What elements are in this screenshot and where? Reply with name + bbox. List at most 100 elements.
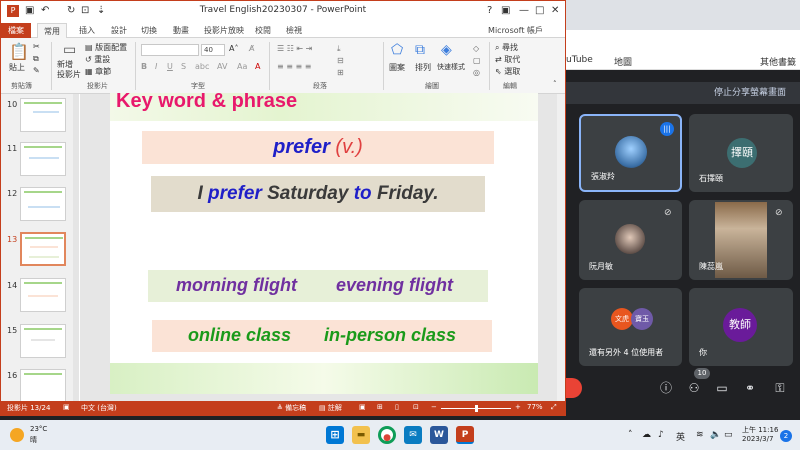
text-direction-icon[interactable]: ⤓ xyxy=(337,44,341,54)
tab-animations[interactable]: 動畫 xyxy=(173,25,189,36)
collapse-ribbon-icon[interactable]: ˄ xyxy=(553,80,557,88)
shape-outline-icon[interactable]: ▢ xyxy=(473,56,481,65)
chrome-icon[interactable]: ● xyxy=(378,426,396,444)
thumbnail-scrollbar[interactable] xyxy=(73,94,79,401)
cut-icon[interactable]: ✂ xyxy=(33,42,40,51)
maximize-icon[interactable]: □ xyxy=(535,5,544,16)
arrange-button[interactable]: 排列 xyxy=(415,62,431,73)
clock-date[interactable]: 2023/3/7 xyxy=(742,435,773,443)
paste-button[interactable]: 貼上 xyxy=(9,62,25,73)
chat-icon[interactable]: ▭ xyxy=(714,380,730,396)
shapes-button[interactable]: 圖案 xyxy=(389,62,405,73)
thumbnail[interactable] xyxy=(20,278,66,312)
grow-font-icon[interactable]: A˄ xyxy=(229,44,238,53)
mic-icon[interactable]: ♪ xyxy=(658,430,664,440)
people-icon[interactable]: ⚇ xyxy=(686,380,702,396)
minimize-icon[interactable]: — xyxy=(519,5,529,16)
weather-condition[interactable]: 晴 xyxy=(30,435,37,445)
powerpoint-icon[interactable]: P xyxy=(456,426,474,444)
info-icon[interactable]: ⓘ xyxy=(658,380,674,396)
change-case-icon[interactable]: Aa xyxy=(237,62,247,71)
shape-effects-icon[interactable]: ◎ xyxy=(473,68,480,77)
battery-icon[interactable]: ▭ xyxy=(724,430,733,440)
zoom-out-icon[interactable]: − xyxy=(431,403,437,411)
align-text-icon[interactable]: ⊟ xyxy=(337,56,344,65)
tab-design[interactable]: 設計 xyxy=(111,25,127,36)
activities-icon[interactable]: ⚭ xyxy=(742,380,758,396)
tray-expand-icon[interactable]: ˄ xyxy=(628,430,633,440)
start-icon[interactable]: ⊞ xyxy=(326,426,344,444)
participant-tile[interactable]: 文虎 寶玉 還有另外 4 位使用者 xyxy=(579,288,682,366)
thumbnail[interactable] xyxy=(20,324,66,358)
tab-insert[interactable]: 插入 xyxy=(79,25,95,36)
ribbon-options-icon[interactable]: ▣ xyxy=(501,5,510,16)
help-icon[interactable]: ? xyxy=(487,5,492,16)
tab-transitions[interactable]: 切換 xyxy=(141,25,157,36)
comments-button[interactable]: ▤ 註解 xyxy=(319,403,342,413)
tab-review[interactable]: 校閱 xyxy=(255,25,271,36)
font-color-icon[interactable]: A xyxy=(255,62,260,71)
shapes-icon[interactable]: ⬠ xyxy=(391,42,403,58)
arrange-icon[interactable]: ⧉ xyxy=(415,42,425,58)
spelling-icon[interactable]: ▣ xyxy=(63,403,70,411)
stop-sharing-button[interactable]: 停止分享螢幕畫面 xyxy=(566,82,800,104)
weather-temperature[interactable]: 23°C xyxy=(30,425,47,433)
zoom-slider-knob[interactable] xyxy=(475,405,478,412)
participant-tile[interactable]: ||| 張淑羚 xyxy=(579,114,682,192)
zoom-level[interactable]: 77% xyxy=(527,403,543,411)
thumbnail[interactable] xyxy=(20,142,66,176)
shadow-button[interactable]: S xyxy=(181,62,186,71)
slide-sorter-icon[interactable]: ⊞ xyxy=(377,403,383,411)
slideshow-icon[interactable]: ⊡ xyxy=(413,403,419,411)
bookmark-other[interactable]: 其他書籤 xyxy=(760,55,796,68)
section-button[interactable]: ▦ 章節 xyxy=(85,66,111,77)
bullets-icon[interactable]: ☰ ☷ ⇤ ⇥ xyxy=(277,44,312,53)
char-spacing-icon[interactable]: AV xyxy=(217,62,227,71)
select-button[interactable]: ⇖ 選取 xyxy=(495,66,520,77)
slide-scrollbar[interactable] xyxy=(557,94,565,401)
fit-slide-icon[interactable]: ⤢ xyxy=(551,403,557,412)
normal-view-icon[interactable]: ▣ xyxy=(359,403,366,411)
file-explorer-icon[interactable]: ▬ xyxy=(352,426,370,444)
new-slide-button[interactable]: 新增 投影片 xyxy=(57,60,81,80)
paste-icon[interactable]: 📋 xyxy=(9,42,29,61)
bold-button[interactable]: B xyxy=(141,62,147,71)
host-controls-icon[interactable]: ⚿ xyxy=(772,380,788,396)
slide-title[interactable]: Key word & phrase xyxy=(116,93,297,113)
notes-button[interactable]: ≜ 備忘稿 xyxy=(277,403,306,413)
find-button[interactable]: ⌕ 尋找 xyxy=(495,42,518,53)
language-indicator[interactable]: 中文 (台灣) xyxy=(81,403,117,413)
format-painter-icon[interactable]: ✎ xyxy=(33,66,40,75)
layout-button[interactable]: ▤ 版面配置 xyxy=(85,42,127,53)
participant-tile[interactable]: 擇頤 石擇頤 xyxy=(689,114,793,192)
volume-icon[interactable]: 🔈 xyxy=(710,430,721,440)
cloud-icon[interactable]: ☁ xyxy=(642,430,651,440)
participant-tile[interactable]: ⊘ 阮月敏 xyxy=(579,200,682,280)
bookmark-youtube[interactable]: uTube xyxy=(566,55,593,65)
phrase-box-class[interactable]: online class in-person class xyxy=(152,320,492,352)
account-name[interactable]: Microsoft 帳戶 xyxy=(488,25,543,36)
quick-styles-icon[interactable]: ◈ xyxy=(441,42,452,58)
slide-canvas[interactable]: Key word & phrase prefer (v.) I prefer S… xyxy=(110,93,538,394)
word-icon[interactable]: W xyxy=(430,426,448,444)
reset-button[interactable]: ↺ 重設 xyxy=(85,54,110,65)
clear-format-icon[interactable]: A̸ xyxy=(249,44,254,53)
italic-button[interactable]: I xyxy=(155,62,157,71)
strikethrough-button[interactable]: abc xyxy=(195,62,209,71)
close-icon[interactable]: ✕ xyxy=(551,5,559,16)
thumbnail[interactable] xyxy=(20,98,66,132)
font-name-box[interactable] xyxy=(141,44,199,56)
tab-file[interactable]: 檔案 xyxy=(1,23,31,38)
copy-icon[interactable]: ⧉ xyxy=(33,54,39,64)
reading-view-icon[interactable]: ▯ xyxy=(395,403,399,411)
tab-slideshow[interactable]: 投影片放映 xyxy=(204,25,244,36)
underline-button[interactable]: U xyxy=(167,62,173,71)
zoom-in-icon[interactable]: + xyxy=(515,403,521,411)
font-size-box[interactable]: 40 xyxy=(201,44,225,56)
outlook-icon[interactable]: ✉ xyxy=(404,426,422,444)
thumbnail[interactable] xyxy=(20,187,66,221)
participant-tile[interactable]: ⊘ 陳蕊嵐 xyxy=(689,200,793,280)
align-icon[interactable]: ≡ ≡ ≡ ≡ xyxy=(277,62,311,71)
vocab-word-box[interactable]: prefer (v.) xyxy=(142,131,494,164)
ime-indicator[interactable]: 英 xyxy=(676,430,685,443)
